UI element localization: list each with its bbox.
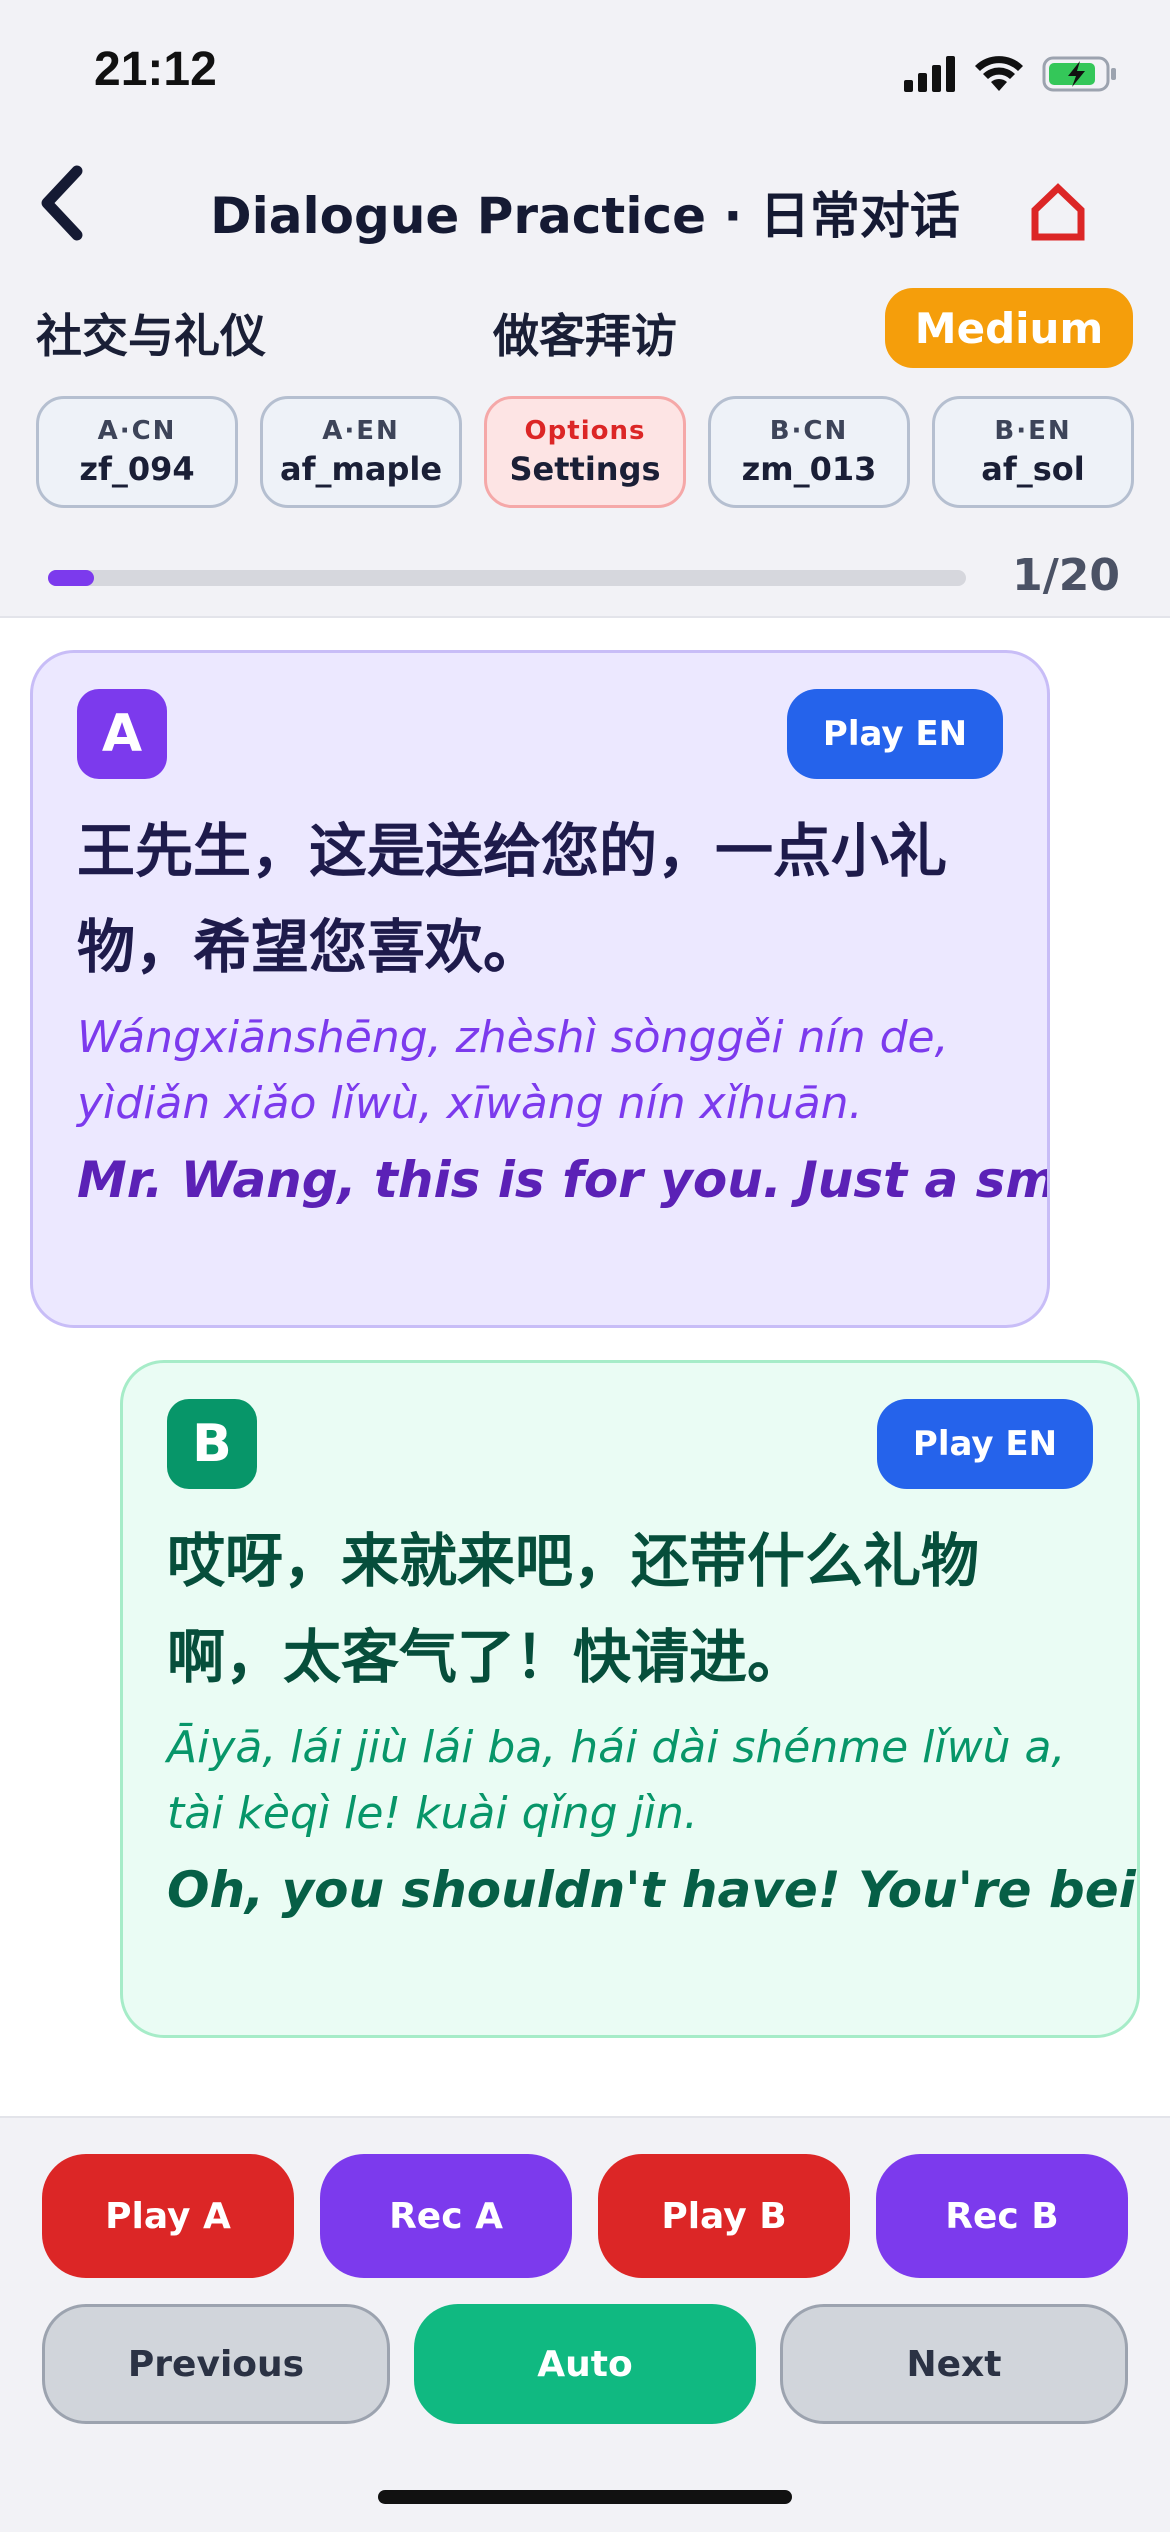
page-title: Dialogue Practice · 日常对话	[210, 187, 960, 245]
progress-bar	[48, 570, 966, 586]
play-en-button-a[interactable]: Play EN	[787, 689, 1003, 779]
voice-chip-b-cn[interactable]: B·CN zm_013	[708, 396, 910, 508]
voice-chip-value: af_maple	[279, 450, 443, 488]
voice-chip-label: B·EN	[994, 416, 1072, 446]
rec-a-button[interactable]: Rec A	[320, 2154, 572, 2278]
dialogue-card-b[interactable]: B Play EN 哎呀，来就来吧，还带什么礼物啊，太客气了！快请进。 Āiyā…	[120, 1360, 1140, 2038]
status-icons	[904, 50, 1118, 98]
wifi-icon	[975, 56, 1023, 91]
voice-chip-b-en[interactable]: B·EN af_sol	[932, 396, 1134, 508]
english-text-b: Oh, you shouldn't have! You're being too	[167, 1861, 1137, 1919]
play-b-button[interactable]: Play B	[598, 2154, 850, 2278]
status-time: 21:12	[94, 43, 217, 96]
voice-chip-label: A·CN	[97, 416, 177, 446]
play-a-button[interactable]: Play A	[42, 2154, 294, 2278]
pinyin-text-a: Wángxiānshēng, zhèshì sònggěi nín de, yì…	[77, 1012, 949, 1129]
dialogue-card-a[interactable]: A Play EN 王先生，这是送给您的，一点小礼物，希望您喜欢。 Wángxi…	[30, 650, 1050, 1328]
chinese-text-b: 哎呀，来就来吧，还带什么礼物啊，太客气了！快请进。	[167, 1527, 980, 1691]
voice-chip-a-cn[interactable]: A·CN zf_094	[36, 396, 238, 508]
progress-fill	[48, 570, 94, 586]
difficulty-badge[interactable]: Medium	[885, 288, 1133, 368]
next-button[interactable]: Next	[780, 2304, 1128, 2424]
progress-counter: 1/20	[1012, 550, 1120, 601]
previous-button[interactable]: Previous	[42, 2304, 390, 2424]
play-en-button-b[interactable]: Play EN	[877, 1399, 1093, 1489]
voice-chip-value: af_sol	[981, 450, 1085, 488]
home-indicator[interactable]	[378, 2490, 792, 2504]
speaker-badge-a: A	[77, 689, 167, 779]
pinyin-text-b: Āiyā, lái jiù lái ba, hái dài shénme lǐw…	[167, 1722, 1066, 1839]
speaker-badge-b: B	[167, 1399, 257, 1489]
voice-chip-value: zf_094	[79, 450, 195, 488]
voice-chip-value: zm_013	[741, 450, 877, 488]
voice-selector-row: A·CN zf_094 A·EN af_maple Options Settin…	[36, 396, 1134, 508]
auto-button[interactable]: Auto	[414, 2304, 756, 2424]
voice-chip-a-en[interactable]: A·EN af_maple	[260, 396, 462, 508]
english-text-a: Mr. Wang, this is for you. Just a small …	[77, 1151, 1050, 1209]
signal-icon	[904, 56, 955, 92]
home-icon	[1031, 183, 1085, 241]
settings-chip[interactable]: Options Settings	[484, 396, 686, 508]
voice-chip-value: Settings	[509, 450, 661, 488]
battery-charging-icon	[1042, 56, 1116, 92]
rec-b-button[interactable]: Rec B	[876, 2154, 1128, 2278]
voice-chip-label: A·EN	[322, 416, 400, 446]
home-button[interactable]	[1022, 176, 1094, 248]
chinese-text-a: 王先生，这是送给您的，一点小礼物，希望您喜欢。	[77, 817, 948, 981]
voice-chip-label: B·CN	[769, 416, 849, 446]
voice-chip-label: Options	[524, 416, 646, 446]
